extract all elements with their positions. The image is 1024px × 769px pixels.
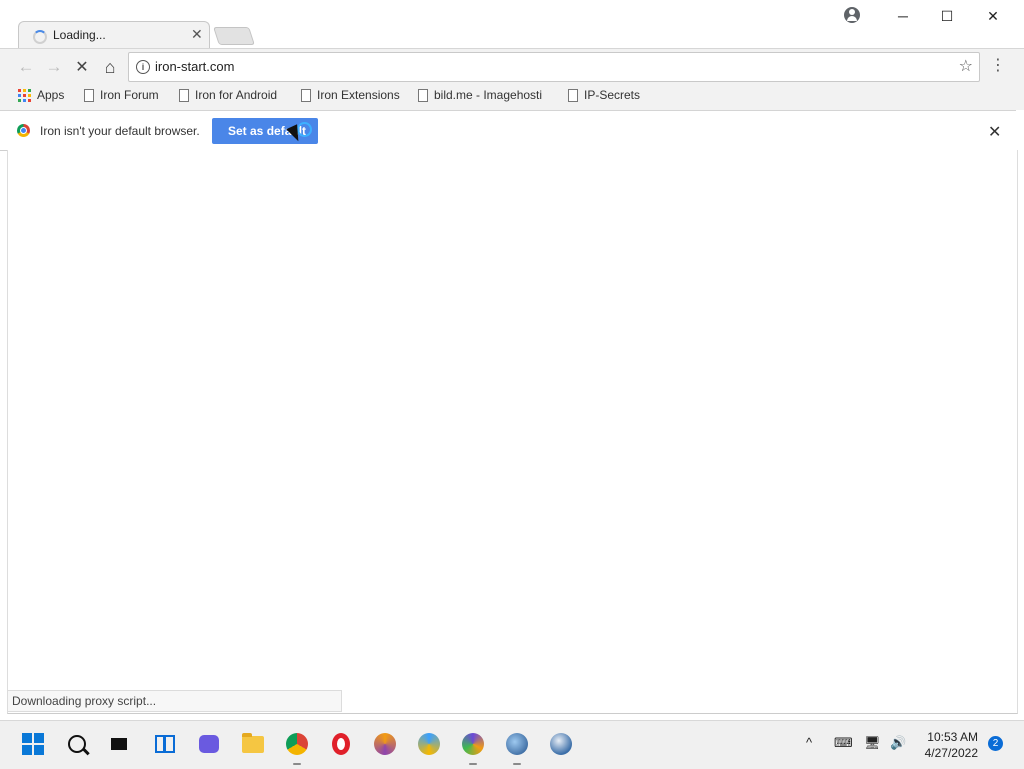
- clock-time: 10:53 AM: [927, 730, 978, 744]
- status-bubble: Downloading proxy script...: [7, 690, 342, 712]
- bookmark-bild-me[interactable]: bild.me - Imagehosti: [418, 88, 542, 102]
- chrome-taskbar-button[interactable]: [284, 731, 310, 765]
- browser-icon: [462, 733, 484, 755]
- bookmark-label: Iron Extensions: [317, 88, 400, 102]
- windows-logo-icon: [22, 733, 44, 755]
- opera-icon: [332, 733, 350, 755]
- iron-icon: [550, 733, 572, 755]
- page-icon: [84, 88, 94, 102]
- iron-taskbar-button[interactable]: [548, 731, 574, 757]
- chat-icon: [199, 735, 219, 753]
- bookmark-apps[interactable]: Apps: [18, 88, 64, 102]
- address-bar[interactable]: i iron-start.com ☆: [128, 52, 980, 82]
- bookmark-ip-secrets[interactable]: IP-Secrets: [568, 88, 640, 102]
- page-content: [7, 150, 1018, 714]
- chat-button[interactable]: [196, 731, 222, 757]
- bookmark-iron-for-android[interactable]: Iron for Android: [179, 88, 277, 102]
- loading-spinner-icon: [33, 30, 47, 44]
- apps-grid-dot: [18, 93, 21, 97]
- page-icon: [418, 88, 428, 102]
- browser-taskbar-button-4[interactable]: [504, 731, 530, 765]
- browser-taskbar-button-2[interactable]: [416, 731, 442, 757]
- tab-title: Loading...: [53, 28, 106, 42]
- bookmark-iron-extensions[interactable]: Iron Extensions: [301, 88, 400, 102]
- bookmark-label: Apps: [37, 88, 65, 102]
- apps-grid-dot: [18, 88, 21, 92]
- apps-grid-dot: [23, 93, 26, 97]
- apps-grid-dot: [28, 93, 31, 97]
- bookmark-label: IP-Secrets: [584, 88, 641, 102]
- bookmark-iron-forum[interactable]: Iron Forum: [84, 88, 159, 102]
- show-hidden-icons-button[interactable]: ^: [806, 735, 812, 750]
- apps-grid-dot: [18, 98, 21, 102]
- apps-grid-dot: [28, 98, 31, 102]
- browser-icon: [418, 733, 440, 755]
- bookmark-label: bild.me - Imagehosti: [434, 88, 543, 102]
- apps-grid-icon: [18, 88, 31, 102]
- bookmarks-bar: Apps Iron Forum Iron for Android Iron Ex…: [0, 84, 1024, 110]
- tab-close-icon[interactable]: ✕: [191, 26, 203, 43]
- bookmark-star-icon[interactable]: ☆: [959, 56, 973, 76]
- home-button[interactable]: ⌂: [100, 57, 120, 77]
- apps-grid-dot: [28, 88, 31, 92]
- browser-icon: [506, 733, 528, 755]
- task-view-icon: [111, 738, 127, 750]
- back-button[interactable]: ←: [16, 57, 36, 77]
- clock[interactable]: 10:53 AM 4/27/2022: [918, 729, 978, 761]
- opera-taskbar-button[interactable]: [328, 731, 354, 757]
- taskbar: ^ ⌨ 🖥 🔊 10:53 AM 4/27/2022 2: [0, 720, 1024, 769]
- task-view-button[interactable]: [106, 731, 132, 757]
- apps-grid-dot: [23, 98, 26, 102]
- page-icon: [179, 88, 189, 102]
- browser-logo-icon: [17, 124, 30, 137]
- menu-icon[interactable]: ⋮: [990, 57, 1006, 77]
- widgets-button[interactable]: [152, 731, 178, 757]
- notification-badge[interactable]: 2: [988, 736, 1003, 751]
- site-info-icon[interactable]: i: [136, 60, 150, 74]
- search-button[interactable]: [64, 731, 90, 757]
- search-icon: [68, 735, 86, 753]
- network-icon[interactable]: 🖥: [864, 735, 881, 751]
- title-bar: Loading... ✕ ─ ☐ ✕: [0, 0, 1024, 50]
- file-explorer-button[interactable]: [240, 731, 266, 757]
- browser-taskbar-button-3[interactable]: [460, 731, 486, 765]
- toolbar: ← → ✕ ⌂ i iron-start.com ☆ ⋮: [0, 48, 1024, 85]
- keyboard-icon[interactable]: ⌨: [834, 735, 853, 751]
- browser-window: Loading... ✕ ─ ☐ ✕ ← → ✕ ⌂ i iron-start.…: [0, 0, 1024, 720]
- apps-grid-dot: [23, 88, 26, 92]
- bookmark-label: Iron for Android: [195, 88, 278, 102]
- volume-icon[interactable]: 🔊: [890, 735, 906, 751]
- chrome-icon: [286, 733, 308, 755]
- browser-icon: [374, 733, 396, 755]
- default-browser-infobar: Iron isn't your default browser. Set as …: [0, 110, 1016, 151]
- bookmark-label: Iron Forum: [100, 88, 159, 102]
- browser-taskbar-button-1[interactable]: [372, 731, 398, 757]
- stop-button[interactable]: ✕: [72, 57, 92, 77]
- tab-loading[interactable]: Loading... ✕: [18, 21, 210, 50]
- close-window-button[interactable]: ✕: [975, 5, 1011, 27]
- page-icon: [301, 88, 311, 102]
- infobar-message: Iron isn't your default browser.: [40, 124, 200, 138]
- maximize-button[interactable]: ☐: [929, 5, 965, 27]
- url-text[interactable]: iron-start.com: [155, 59, 234, 74]
- start-button[interactable]: [20, 731, 46, 757]
- widgets-icon: [155, 735, 175, 753]
- infobar-close-icon[interactable]: ✕: [988, 122, 1001, 142]
- clock-date: 4/27/2022: [924, 746, 978, 760]
- folder-icon: [242, 732, 264, 753]
- new-tab-button[interactable]: [213, 27, 255, 45]
- minimize-button[interactable]: ─: [885, 5, 921, 27]
- page-icon: [568, 88, 578, 102]
- profile-icon[interactable]: [844, 7, 860, 23]
- forward-button[interactable]: →: [44, 57, 64, 77]
